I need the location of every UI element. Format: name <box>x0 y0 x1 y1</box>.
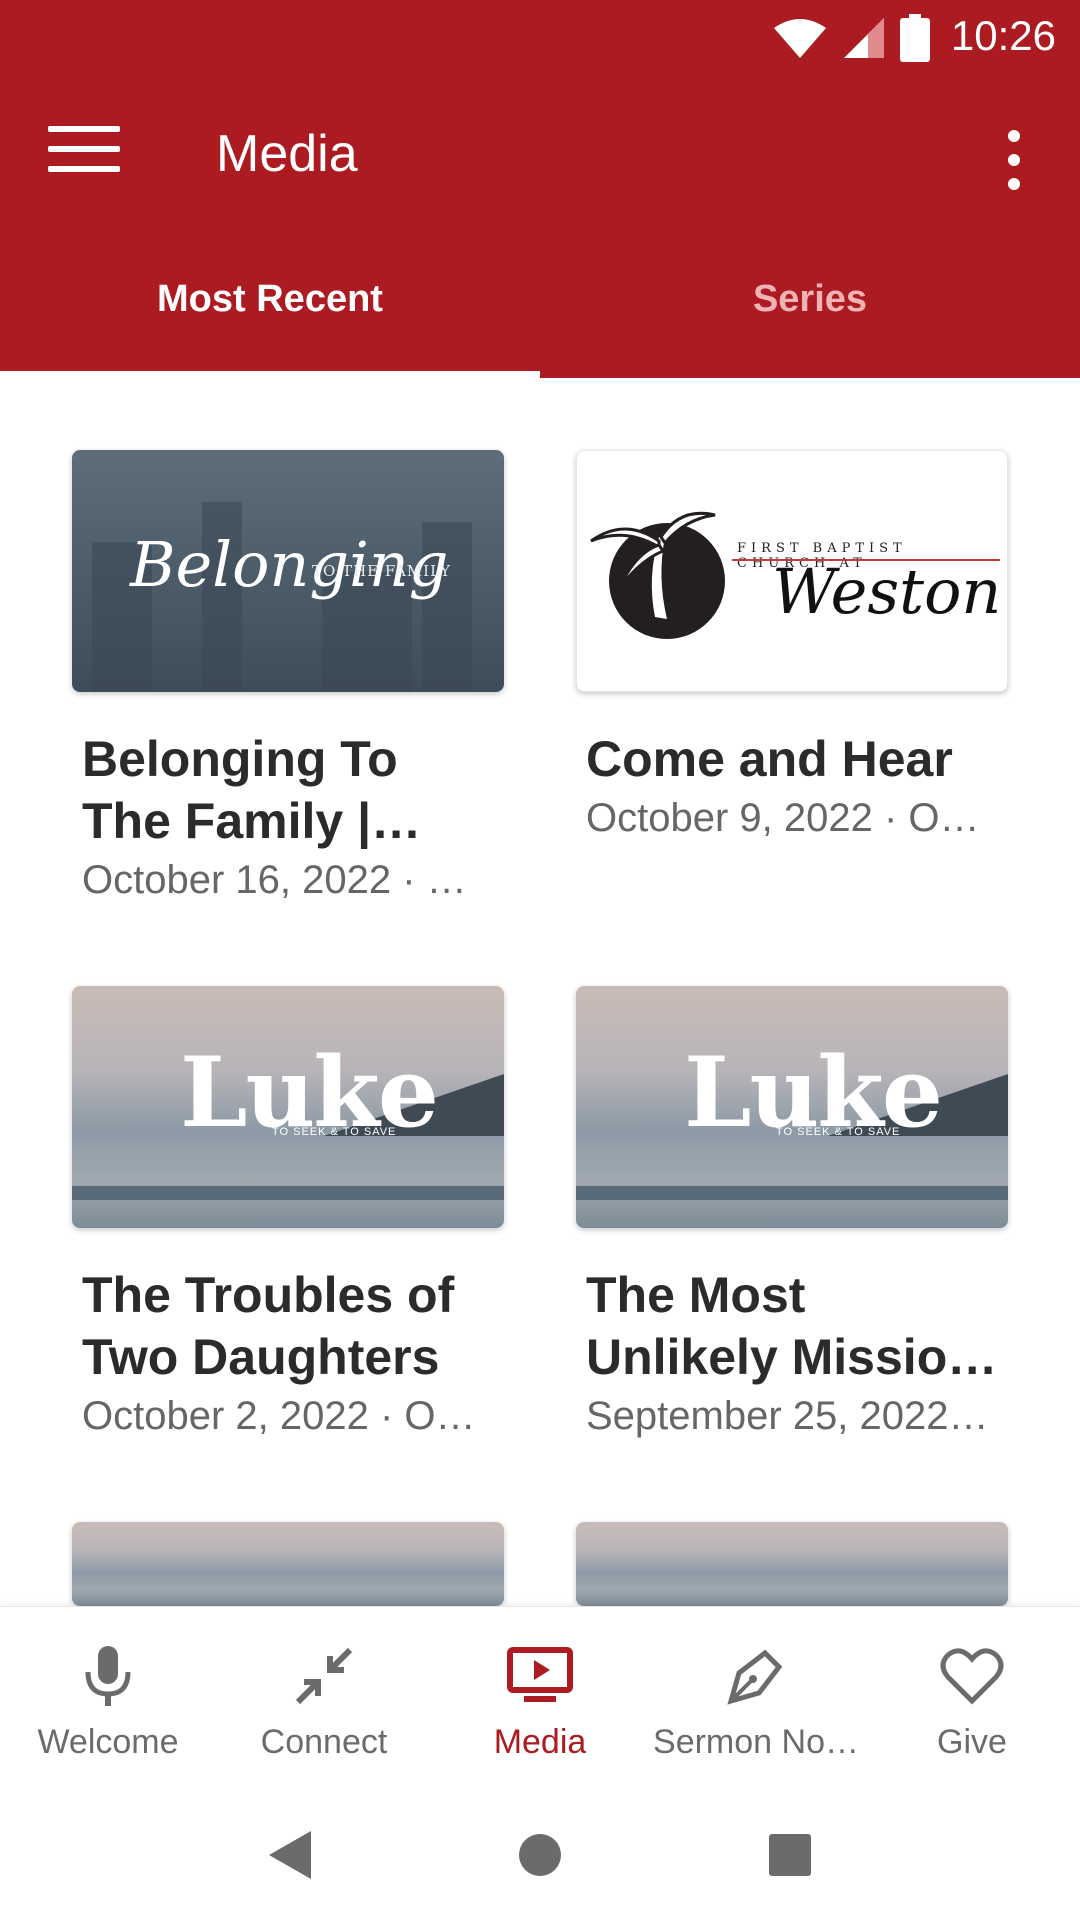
battery-icon <box>900 14 930 62</box>
tab-series[interactable]: Series <box>540 220 1080 378</box>
nav-label: Media <box>493 1723 587 1761</box>
status-icons <box>772 14 930 62</box>
media-thumbnail: Belonging TO THE FAMILY <box>72 450 504 692</box>
tab-bar: Most Recent Series <box>0 220 1080 378</box>
page-title: Media <box>216 125 358 183</box>
media-thumbnail <box>576 1522 1008 1606</box>
nav-item-welcome[interactable]: Welcome <box>0 1607 216 1791</box>
status-time: 10:26 <box>950 12 1056 59</box>
tab-most-recent[interactable]: Most Recent <box>0 220 540 378</box>
media-date: October 9, 2022 · Oc… <box>586 796 998 840</box>
nav-label: Give <box>937 1723 1007 1761</box>
media-date: September 25, 2022… <box>586 1394 989 1438</box>
nav-item-media[interactable]: Media <box>432 1607 648 1791</box>
media-title: The Troubles of Two Daughters <box>82 1267 455 1385</box>
overflow-menu-icon[interactable] <box>996 130 1032 190</box>
microphone-icon <box>73 1641 143 1711</box>
media-thumbnail: FIRST BAPTIST CHURCH AT Weston <box>576 450 1008 692</box>
pen-icon <box>721 1641 791 1711</box>
media-thumbnail: Luke TO SEEK & TO SAVE <box>72 986 504 1228</box>
collapse-arrows-icon <box>289 1641 359 1711</box>
video-screen-icon <box>505 1641 575 1711</box>
media-title: Come and Hear <box>586 731 953 787</box>
thumbnail-subtext: TO SEEK & TO SAVE <box>272 1126 397 1138</box>
thumbnail-subtext: TO THE FAMILY <box>312 562 451 580</box>
nav-item-give[interactable]: Give <box>864 1607 1080 1791</box>
palm-logo-icon <box>590 511 725 639</box>
nav-label: Sermon No… <box>653 1723 859 1761</box>
app-bar: Media <box>0 78 1080 220</box>
hamburger-menu-icon[interactable] <box>48 126 120 186</box>
nav-item-sermon-notes[interactable]: Sermon No… <box>648 1607 864 1791</box>
nav-label: Connect <box>260 1723 388 1761</box>
media-card[interactable]: Luke TO SEEK & TO SAVE The Most Unlikely… <box>576 986 1008 1439</box>
bottom-navigation: Welcome Connect Media Sermon No… Give <box>0 1606 1080 1791</box>
wifi-icon <box>774 19 826 58</box>
system-navigation-bar <box>0 1790 1080 1920</box>
media-card[interactable]: Luke TO SEEK & TO SAVE The Troubles of T… <box>72 986 504 1439</box>
back-icon[interactable] <box>260 1825 320 1885</box>
media-date: October 16, 2022 · O… <box>82 858 494 902</box>
media-title: Belonging To The Family | Pa… <box>82 731 398 849</box>
media-card-partial[interactable] <box>72 1522 504 1606</box>
recents-icon[interactable] <box>760 1825 820 1885</box>
thumbnail-subtext: TO SEEK & TO SAVE <box>776 1126 901 1138</box>
nav-label: Welcome <box>37 1723 179 1761</box>
home-icon[interactable] <box>510 1825 570 1885</box>
media-date: October 2, 2022 · Oc… <box>82 1394 494 1438</box>
media-card[interactable]: FIRST BAPTIST CHURCH AT Weston Come and … <box>576 450 1008 841</box>
status-bar: 10:26 <box>0 0 1080 78</box>
nav-item-connect[interactable]: Connect <box>216 1607 432 1791</box>
media-thumbnail: Luke TO SEEK & TO SAVE <box>576 986 1008 1228</box>
media-card-partial[interactable] <box>576 1522 1008 1606</box>
media-thumbnail <box>72 1522 504 1606</box>
media-title: The Most Unlikely Missio… <box>586 1267 998 1385</box>
signal-icon <box>844 18 884 58</box>
thumbnail-script-text: Weston <box>772 555 1002 628</box>
media-card[interactable]: Belonging TO THE FAMILY Belonging To The… <box>72 450 504 903</box>
heart-icon <box>937 1641 1007 1711</box>
